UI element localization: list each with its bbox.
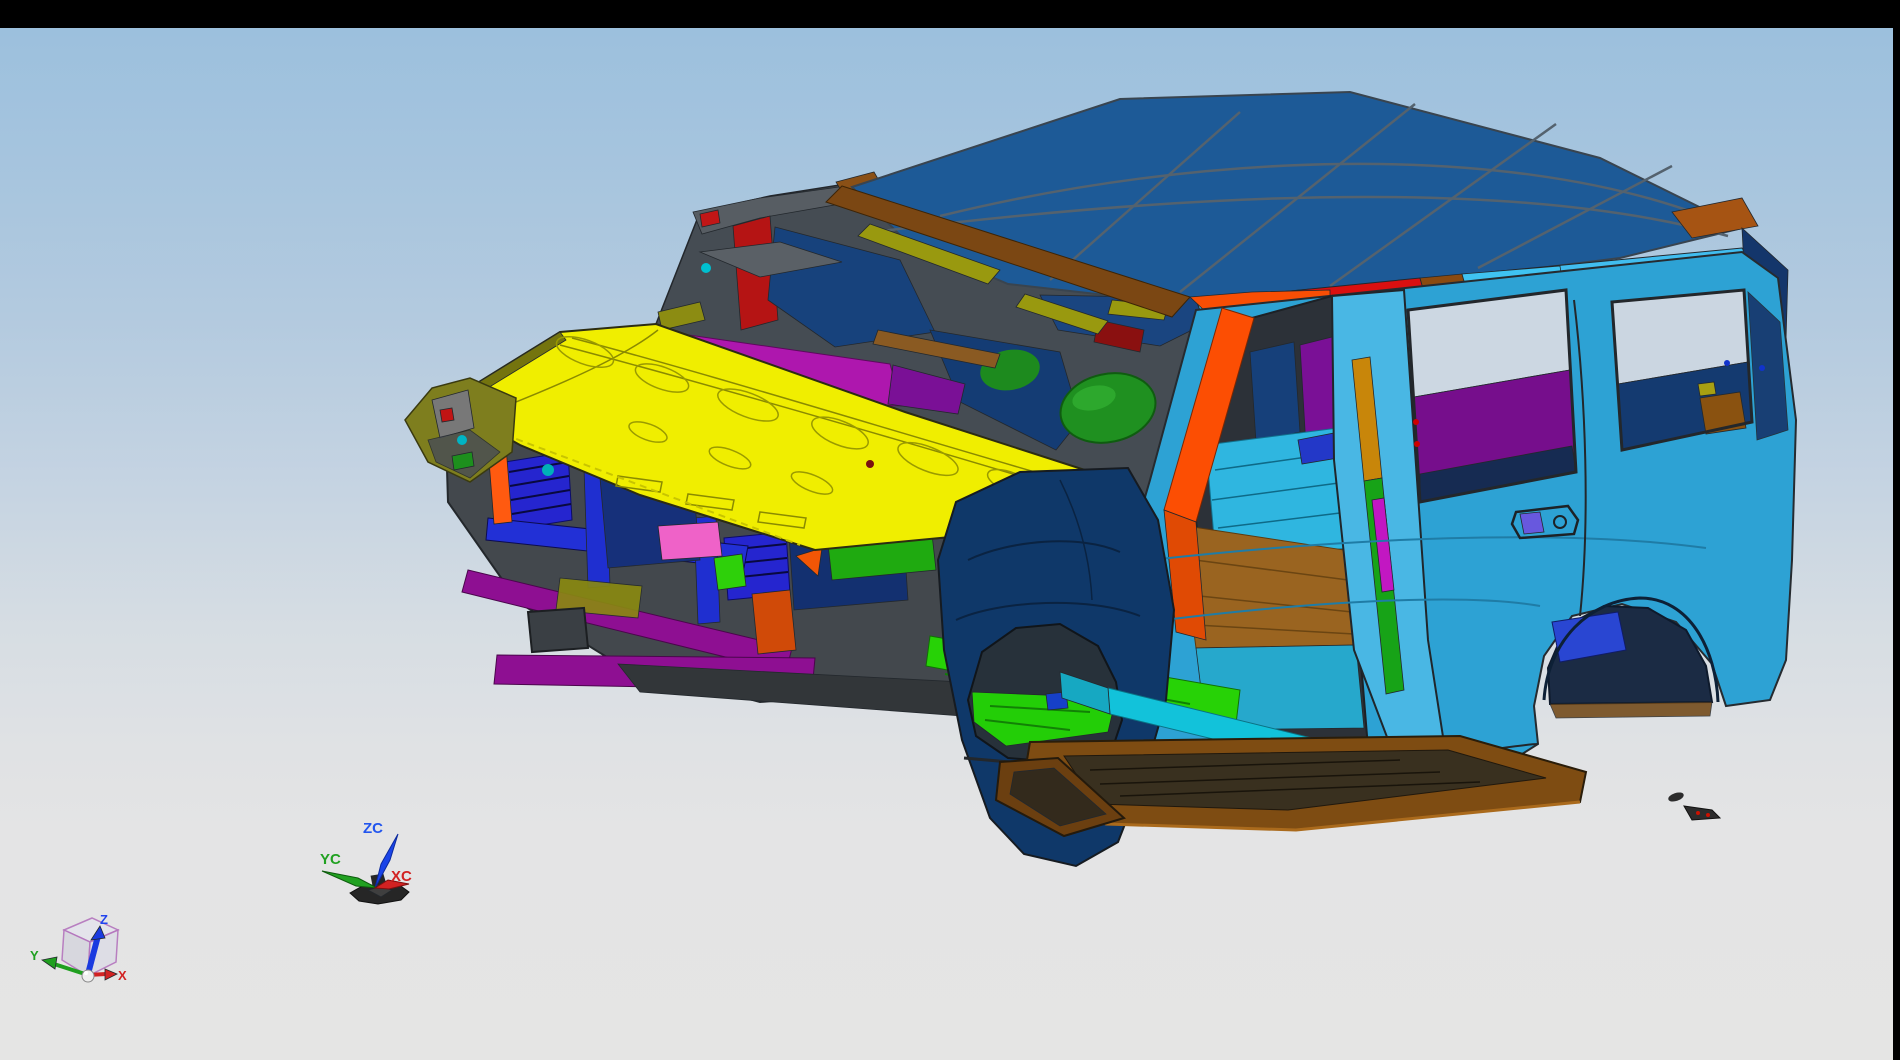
fender-tip-teal[interactable]	[457, 435, 467, 445]
fdo-dkblue-panel[interactable]	[1250, 342, 1300, 442]
fs-pink[interactable]	[658, 522, 722, 560]
view-z-label[interactable]: Z	[100, 912, 108, 927]
fs-green-1[interactable]	[714, 554, 746, 590]
scene-svg: ZC YC XC Z Y X	[0, 0, 1900, 1060]
wcs-zc-label[interactable]: ZC	[363, 820, 383, 837]
wcs-xc-label[interactable]: XC	[391, 868, 412, 885]
quarter-window-olive[interactable]	[1698, 382, 1716, 396]
int-cyan-dot[interactable]	[701, 263, 711, 273]
view-triad[interactable]: Z Y X	[30, 912, 127, 983]
view-x-label[interactable]: X	[118, 968, 127, 983]
view-y-arrowhead[interactable]	[42, 957, 57, 969]
rearpillar-blue-dot-1[interactable]	[1724, 360, 1730, 366]
fs-teal-dot[interactable]	[542, 464, 554, 476]
rear-bottom-brown[interactable]	[1550, 702, 1712, 718]
debris-small-part[interactable]	[1667, 791, 1685, 804]
right-window-bar	[1893, 0, 1900, 1060]
wcs-yc-label[interactable]: YC	[320, 851, 341, 868]
debris-bracket[interactable]	[1684, 806, 1720, 820]
fs-orange-strip-2[interactable]	[752, 590, 796, 654]
view-origin-sphere-highlight[interactable]	[84, 971, 88, 975]
car-model[interactable]	[405, 92, 1796, 866]
debris-red-dot-2[interactable]	[1706, 813, 1710, 817]
debris-parts[interactable]	[1667, 791, 1720, 820]
tow-bracket[interactable]	[528, 608, 588, 652]
top-window-bar	[0, 0, 1900, 28]
rear-window-red-dot-1[interactable]	[1413, 419, 1419, 425]
view-y-label[interactable]: Y	[30, 948, 39, 963]
hood-latch-dot[interactable]	[866, 460, 874, 468]
rearpillar-blue-dot-2[interactable]	[1759, 365, 1765, 371]
debris-red-dot-1[interactable]	[1696, 811, 1700, 815]
view-origin-sphere[interactable]	[82, 970, 94, 982]
wcs-triad[interactable]: ZC YC XC	[320, 820, 412, 904]
rear-window-red-dot-2[interactable]	[1414, 441, 1420, 447]
fender-tip-red[interactable]	[440, 408, 454, 422]
door-handle-blue[interactable]	[1520, 512, 1544, 534]
view-x-arrowhead[interactable]	[105, 969, 117, 980]
wcs-yc-arrow[interactable]	[322, 871, 377, 888]
